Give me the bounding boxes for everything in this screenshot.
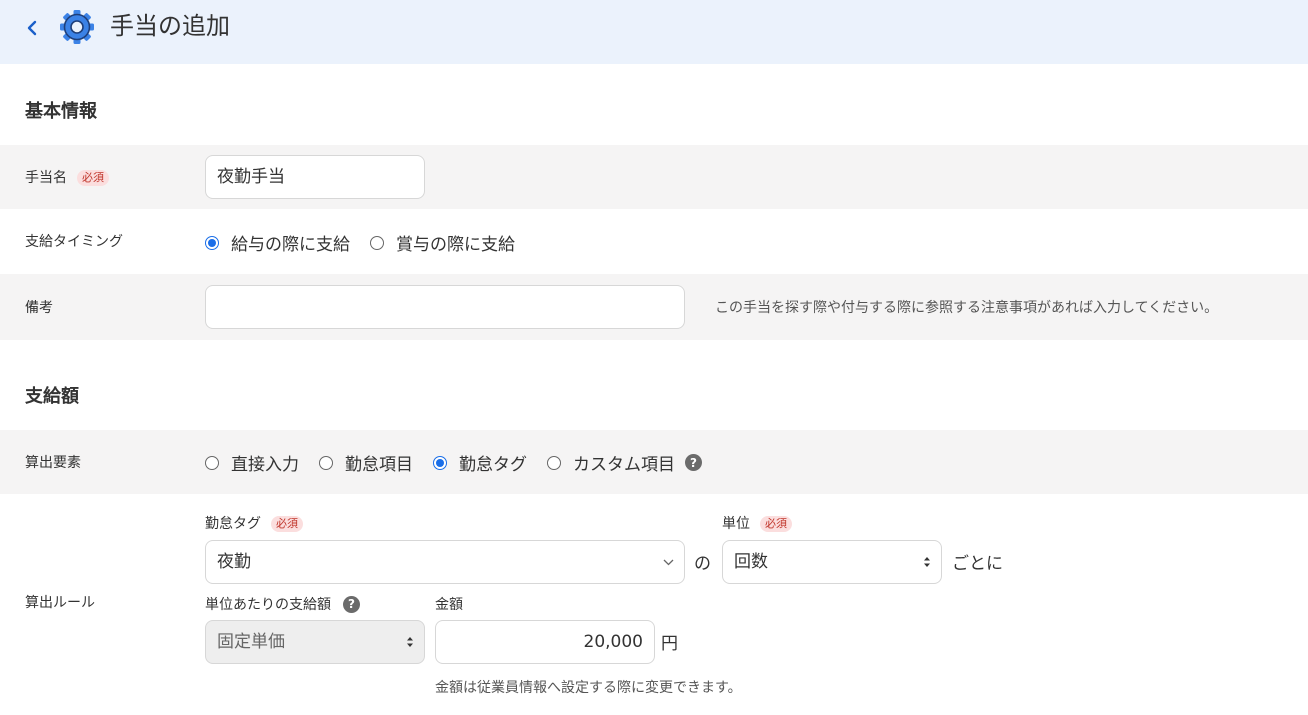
unit-amount-label: 単位あたりの支給額 ? (205, 594, 360, 614)
payment-timing-radio-group: 給与の際に支給 賞与の際に支給 (205, 230, 535, 255)
help-icon[interactable]: ? (343, 595, 360, 613)
row-note: 備考 この手当を探す際や付与する際に参照する注意事項があれば入力してください。 (0, 274, 1308, 340)
row-calc-element: 算出要素 直接入力 勤怠項目 勤怠タグ カスタム項目 ? (0, 430, 1308, 494)
attendance-tag-select[interactable]: 夜勤 (205, 540, 685, 584)
radio-selected-icon (205, 235, 219, 250)
page-title: 手当の追加 (110, 12, 230, 40)
section-title-basic: 基本情報 (25, 101, 97, 122)
unit-label: 単位 必須 (722, 513, 792, 533)
row-payment-timing: 支給タイミング 給与の際に支給 賞与の際に支給 (0, 209, 1308, 274)
radio-unselected-icon (370, 235, 384, 250)
yen-text: 円 (661, 634, 678, 654)
attendance-tag-label: 勤怠タグ 必須 (205, 513, 303, 533)
radio-attendance-tag[interactable]: 勤怠タグ (433, 450, 527, 475)
row-allowance-name: 手当名 必須 夜勤手当 (0, 145, 1308, 209)
row-calc-rule: 算出ルール 勤怠タグ 必須 夜勤 の 単位 必須 回数 ごとに 単位あたりの支給額 … (0, 494, 1308, 715)
updown-arrow-icon (923, 541, 931, 583)
unit-amount-select[interactable]: 固定単価 (205, 620, 425, 664)
page-header: 手当の追加 (0, 0, 1308, 64)
radio-bonus[interactable]: 賞与の際に支給 (370, 230, 515, 255)
radio-unselected-icon (547, 455, 561, 470)
of-text: の (694, 554, 711, 574)
money-input[interactable]: 20,000 (435, 620, 655, 664)
radio-unselected-icon (205, 455, 219, 470)
radio-salary[interactable]: 給与の際に支給 (205, 230, 350, 255)
required-badge: 必須 (760, 516, 792, 532)
help-icon[interactable]: ? (685, 454, 702, 471)
gear-icon (60, 10, 94, 44)
money-label: 金額 (435, 597, 463, 613)
required-badge: 必須 (77, 170, 109, 186)
note-input[interactable] (205, 285, 685, 329)
note-label: 備考 (25, 300, 53, 316)
radio-custom-item[interactable]: カスタム項目 (547, 450, 675, 475)
updown-arrow-icon (406, 621, 414, 663)
required-badge: 必須 (271, 516, 303, 532)
radio-selected-icon (433, 455, 447, 470)
chevron-down-icon (663, 541, 674, 583)
chevron-left-icon (27, 20, 37, 36)
calc-rule-label: 算出ルール (25, 595, 95, 611)
payment-timing-label: 支給タイミング (25, 234, 123, 250)
unit-select[interactable]: 回数 (722, 540, 942, 584)
radio-direct-input[interactable]: 直接入力 (205, 450, 299, 475)
allowance-name-input[interactable]: 夜勤手当 (205, 155, 425, 199)
section-title-amount: 支給額 (25, 386, 79, 407)
allowance-name-label: 手当名 必須 (25, 167, 109, 187)
note-hint: この手当を探す際や付与する際に参照する注意事項があれば入力してください。 (715, 300, 1219, 316)
radio-attendance-item[interactable]: 勤怠項目 (319, 450, 413, 475)
calc-element-label: 算出要素 (25, 455, 81, 471)
calc-element-radio-group: 直接入力 勤怠項目 勤怠タグ カスタム項目 ? (205, 450, 702, 475)
radio-unselected-icon (319, 455, 333, 470)
money-hint: 金額は従業員情報へ設定する際に変更できます。 (435, 680, 742, 696)
back-button[interactable] (22, 18, 42, 38)
per-text: ごとに (952, 554, 1003, 574)
